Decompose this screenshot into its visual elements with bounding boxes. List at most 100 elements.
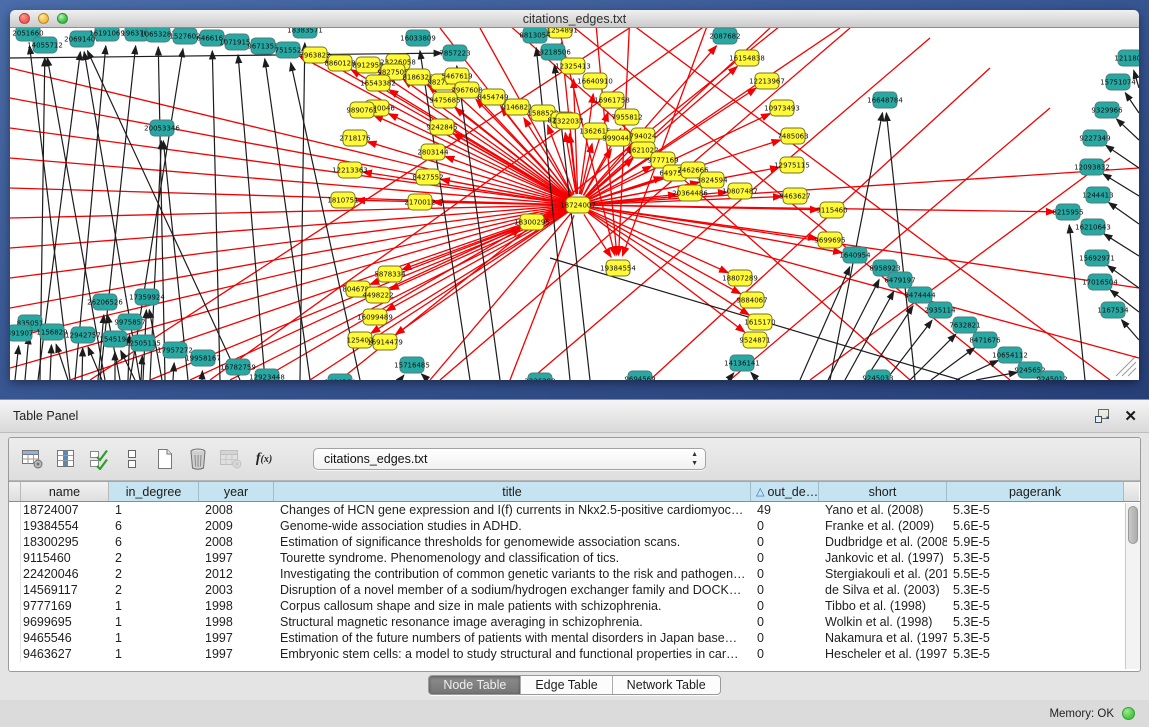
graph-node[interactable]: 16154838 (729, 50, 765, 66)
graph-node[interactable]: 7632821 (949, 317, 980, 333)
graph-node[interactable]: 1615170 (744, 314, 775, 330)
graph-node[interactable]: 18383571 (287, 28, 323, 38)
table-row[interactable]: 1830029562008Estimation of significance … (9, 534, 1140, 550)
graph-node[interactable]: 751552 (275, 42, 302, 58)
graph-node[interactable]: 9115460 (816, 202, 847, 218)
window-titlebar[interactable]: citations_edges.txt (10, 10, 1139, 28)
table-row[interactable]: 1872400712008Changes of HCN gene express… (9, 502, 1140, 518)
graph-node[interactable]: 9245012 (1036, 371, 1067, 380)
graph-node[interactable]: 1404364 (324, 374, 356, 380)
graph-node[interactable]: 391907 (10, 325, 33, 341)
graph-node[interactable]: 1156829 (36, 324, 67, 340)
graph-node[interactable]: 1810751 (327, 192, 358, 208)
graph-node[interactable]: 9975857 (114, 314, 145, 330)
graph-node[interactable]: 9245033 (862, 370, 893, 380)
column-header-gutter[interactable] (9, 482, 21, 501)
graph-node[interactable]: 4498222 (362, 287, 393, 303)
graph-node[interactable]: 9890761 (346, 102, 377, 118)
graph-node[interactable]: 9884067 (736, 292, 767, 308)
graph-node[interactable]: 1167534 (1097, 302, 1129, 318)
network-canvas[interactable]: 7963822886012889129592322605898275051654… (10, 28, 1139, 380)
graph-node[interactable]: 15751074 (1100, 74, 1136, 90)
graph-node[interactable]: 17016504 (1082, 274, 1118, 290)
graph-node[interactable]: 9524871 (739, 332, 770, 348)
graph-node[interactable]: 2718176 (339, 130, 371, 146)
graph-node[interactable]: 19384554 (600, 260, 636, 276)
graph-node[interactable]: 5878334 (374, 266, 406, 282)
graph-node[interactable]: 9329966 (1091, 102, 1123, 118)
graph-node[interactable]: 12213967 (749, 73, 785, 89)
table-row[interactable]: 969969511998Structural magnetic resonanc… (9, 614, 1140, 630)
graph-node[interactable]: 9475685 (429, 92, 460, 108)
graph-node[interactable]: 14136141 (724, 355, 760, 371)
graph-node[interactable]: 15716485 (394, 357, 430, 373)
import-table-icon[interactable] (217, 444, 245, 474)
graph-node[interactable]: 1211804 (1114, 50, 1139, 66)
table-row[interactable]: 1456911722003Disruption of a novel membe… (9, 582, 1140, 598)
graph-node[interactable]: 20053346 (144, 120, 180, 136)
graph-node[interactable]: 12975115 (774, 157, 810, 173)
graph-node[interactable]: 2170012 (404, 194, 435, 210)
graph-node[interactable]: 8471676 (969, 332, 1001, 348)
memory-status-indicator[interactable] (1122, 707, 1135, 720)
scrollbar-header-corner (1124, 482, 1139, 501)
graph-node[interactable]: 16033809 (400, 30, 436, 46)
graph-node[interactable]: 9474444 (904, 287, 936, 303)
table-row[interactable]: 946362711997Embryonic stem cells: a mode… (9, 646, 1140, 662)
table-panel-titlebar[interactable]: Table Panel ✕ (0, 399, 1149, 433)
column-header-title[interactable]: title (274, 482, 751, 501)
graph-node[interactable]: 3824594 (696, 172, 728, 188)
tab-network-table[interactable]: Network Table (613, 676, 720, 694)
table-scrollbar-thumb[interactable] (1128, 506, 1138, 544)
graph-node[interactable]: 16648784 (867, 92, 903, 108)
graph-node[interactable]: 15692971 (1079, 250, 1115, 266)
graph-node[interactable]: 10807487 (722, 183, 758, 199)
row-height-icon[interactable] (118, 444, 146, 474)
table-row[interactable]: 911546021997Tourette syndrome. Phenomeno… (9, 550, 1140, 566)
table-settings-icon[interactable] (19, 444, 47, 474)
graph-node[interactable]: 7485063 (777, 128, 808, 144)
graph-node[interactable]: 7857223 (439, 45, 470, 61)
delete-table-icon[interactable] (184, 444, 212, 474)
graph-node[interactable]: 7955812 (611, 109, 642, 125)
table-row[interactable]: 1938455462009Genome-wide association stu… (9, 518, 1140, 534)
column-header-short[interactable]: short (819, 482, 947, 501)
table-scrollbar[interactable] (1125, 503, 1140, 669)
toggle-columns-icon[interactable] (52, 444, 80, 474)
column-header-out_degree[interactable]: △out_de… (751, 482, 819, 501)
table-row[interactable]: 2242004622012Investigating the contribut… (9, 566, 1140, 582)
table-row[interactable]: 946554611997Estimation of the future num… (9, 630, 1140, 646)
graph-node[interactable]: 9242845 (426, 119, 457, 135)
graph-node[interactable]: 16210643 (1075, 219, 1111, 235)
graph-node[interactable]: 8813054 (519, 28, 551, 43)
column-header-in_degree[interactable]: in_degree (109, 482, 199, 501)
graph-node[interactable]: 2803144 (417, 144, 449, 160)
graph-node[interactable]: 16640910 (577, 73, 613, 89)
tab-edge-table[interactable]: Edge Table (521, 676, 612, 694)
close-panel-icon[interactable]: ✕ (1124, 409, 1137, 424)
graph-node[interactable]: 6479197 (884, 272, 915, 288)
graph-node[interactable]: 9227349 (1079, 130, 1110, 146)
graph-node[interactable]: 8427552 (412, 169, 443, 185)
column-header-name[interactable]: name (21, 482, 109, 501)
canvas-resize-grip[interactable] (1116, 356, 1136, 376)
graph-node[interactable]: 2935114 (924, 302, 956, 318)
table-row[interactable]: 977716911998Corpus callosum shape and si… (9, 598, 1140, 614)
function-builder-icon[interactable]: f(x) (250, 444, 278, 474)
column-header-pagerank[interactable]: pagerank (947, 482, 1124, 501)
graph-node[interactable]: 9699695 (814, 232, 845, 248)
create-table-icon[interactable] (151, 444, 179, 474)
table-selector-dropdown[interactable]: citations_edges.txt ▲▼ (313, 448, 706, 470)
graph-node[interactable]: 9694569 (624, 371, 655, 380)
column-header-year[interactable]: year (199, 482, 274, 501)
graph-node[interactable]: 1640954 (839, 247, 871, 263)
tab-node-table[interactable]: Node Table (429, 676, 521, 694)
graph-node[interactable]: 2087682 (709, 28, 740, 44)
graph-node[interactable]: 2236299 (524, 373, 555, 380)
graph-node[interactable]: 9463627 (779, 188, 810, 204)
graph-node[interactable]: 1244413 (1082, 187, 1113, 203)
select-all-rows-icon[interactable] (85, 444, 113, 474)
float-panel-icon[interactable] (1095, 409, 1110, 423)
graph-node[interactable]: 8860128 (324, 55, 355, 71)
graph-node[interactable]: 8215955 (1052, 204, 1083, 220)
